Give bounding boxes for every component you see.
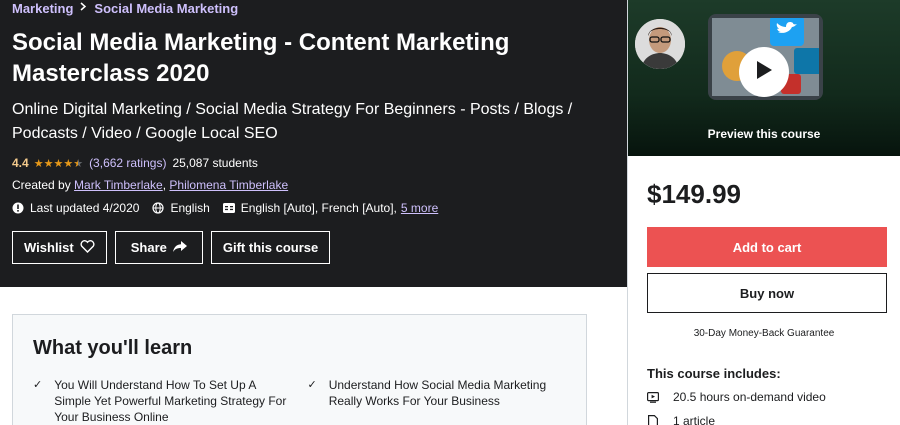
more-languages-link[interactable]: 5 more: [401, 201, 438, 215]
captions-text: English [Auto], French [Auto],: [240, 201, 397, 215]
breadcrumb: Marketing Social Media Marketing: [12, 0, 612, 16]
play-icon: [755, 60, 773, 85]
star-icon: ★: [53, 157, 64, 170]
captions-icon: [222, 202, 235, 214]
rating-value: 4.4: [12, 156, 29, 170]
author-link[interactable]: Philomena Timberlake: [169, 178, 288, 192]
share-button[interactable]: Share: [114, 231, 203, 264]
learn-item: ✓ You Will Understand How To Set Up A Si…: [33, 377, 292, 425]
add-to-cart-button[interactable]: Add to cart: [647, 227, 887, 267]
course-price: $149.99: [647, 179, 741, 209]
purchase-sidebar: Preview this course $149.99 Add to cart …: [627, 0, 900, 425]
play-preview-button[interactable]: [739, 47, 789, 97]
star-icon: ★: [43, 157, 54, 170]
includes-item-text: 1 article: [673, 414, 716, 425]
globe-icon: [152, 202, 165, 214]
author-separator: ,: [162, 178, 167, 192]
alert-icon: [12, 202, 24, 214]
language-text: English: [170, 201, 210, 215]
gift-label: Gift this course: [222, 240, 319, 255]
created-by: Created by Mark Timberlake, Philomena Ti…: [12, 178, 612, 194]
check-icon: ✓: [33, 379, 43, 391]
gift-course-button[interactable]: Gift this course: [210, 231, 331, 264]
includes-item: 20.5 hours on-demand video: [647, 389, 900, 405]
wishlist-label: Wishlist: [24, 240, 74, 255]
course-header-content: Marketing Social Media Marketing Social …: [12, 0, 612, 264]
star-icon: ★: [73, 157, 84, 170]
course-preview[interactable]: Preview this course: [628, 0, 900, 156]
course-subtitle: Online Digital Marketing / Social Media …: [12, 101, 573, 142]
students-count: 25,087 students: [172, 156, 258, 170]
star-icon: ★: [63, 157, 74, 170]
video-icon: [647, 391, 659, 403]
star-rating: ★★★★★: [34, 157, 83, 170]
author-link[interactable]: Mark Timberlake: [74, 178, 163, 192]
what-youll-learn: What you'll learn ✓ You Will Understand …: [12, 314, 587, 425]
rating-row: 4.4 ★★★★★ (3,662 ratings) 25,087 student…: [12, 155, 612, 171]
course-title: Social Media Marketing - Content Marketi…: [12, 29, 510, 87]
learn-title: What you'll learn: [33, 337, 193, 359]
learn-item: ✓ Understand How Social Media Marketing …: [308, 377, 567, 425]
buy-now-button[interactable]: Buy now: [647, 273, 887, 313]
course-language: English: [152, 201, 210, 215]
breadcrumb-marketing[interactable]: Marketing: [12, 1, 73, 16]
instructor-avatar: [635, 19, 685, 69]
check-icon: ✓: [307, 379, 317, 391]
preview-label: Preview this course: [707, 127, 821, 141]
last-updated: Last updated 4/2020: [12, 201, 139, 215]
includes-item: 1 article: [647, 413, 900, 425]
chevron-right-icon: [80, 2, 87, 14]
learn-item-text: You Will Understand How To Set Up A Simp…: [54, 378, 287, 424]
breadcrumb-social-media-marketing[interactable]: Social Media Marketing: [94, 1, 238, 16]
created-by-label: Created by: [12, 178, 71, 192]
last-updated-text: Last updated 4/2020: [30, 201, 140, 215]
wishlist-button[interactable]: Wishlist: [12, 231, 107, 264]
learn-item-text: Understand How Social Media Marketing Re…: [328, 378, 547, 408]
learn-list: ✓ You Will Understand How To Set Up A Si…: [33, 377, 566, 425]
course-meta: Last updated 4/2020 English English [Aut…: [12, 200, 612, 216]
heart-icon: [80, 239, 95, 256]
money-back-guarantee: 30-Day Money-Back Guarantee: [693, 328, 835, 339]
includes-title: This course includes:: [647, 366, 781, 381]
star-icon: ★: [33, 157, 44, 170]
ratings-count-link[interactable]: (3,662 ratings): [89, 156, 166, 170]
course-captions: English [Auto], French [Auto], 5 more: [222, 201, 438, 215]
file-icon: [647, 415, 659, 425]
includes-item-text: 20.5 hours on-demand video: [673, 390, 826, 404]
share-label: Share: [130, 240, 167, 255]
course-actions: Wishlist Share Gift this course: [12, 231, 612, 264]
share-arrow-icon: [172, 240, 187, 255]
